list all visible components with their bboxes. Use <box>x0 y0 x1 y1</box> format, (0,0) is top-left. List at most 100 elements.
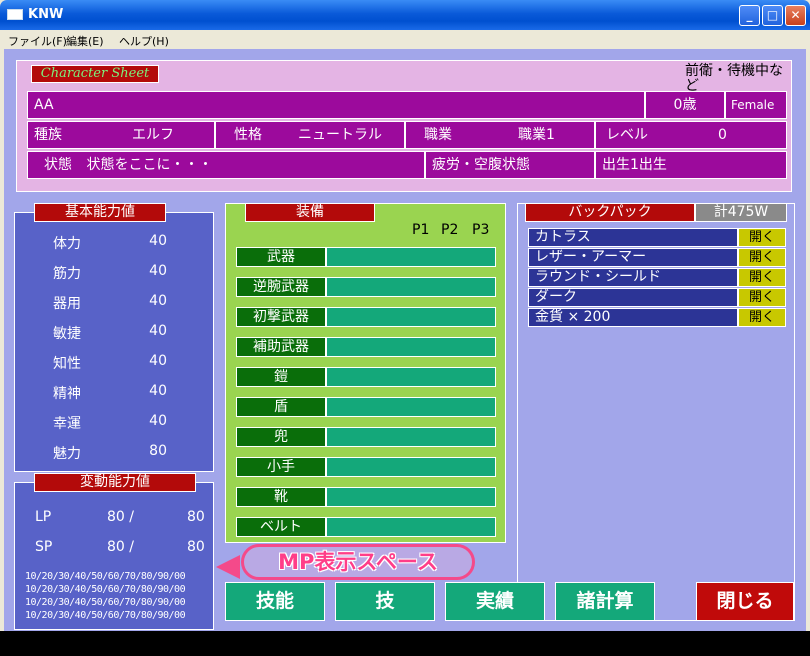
stat-value: 40 <box>149 293 167 309</box>
equip-slot-gauntlets[interactable] <box>326 457 496 477</box>
backpack-item[interactable]: カトラス <box>528 228 738 247</box>
p3-header: P3 <box>472 222 490 238</box>
open-button[interactable]: 開く <box>738 308 786 327</box>
character-gender[interactable]: Female <box>725 91 787 119</box>
window-title: KNW <box>28 7 64 22</box>
alignment-label: 性格 <box>234 127 262 143</box>
stat-value: 40 <box>149 263 167 279</box>
mp-line: 10/20/30/40/50/60/70/80/90/00 <box>25 584 186 595</box>
equip-label-auxiliary: 補助武器 <box>236 337 326 357</box>
level-label: レベル <box>606 127 648 143</box>
window-icon <box>7 9 23 20</box>
equip-label-offhand: 逆腕武器 <box>236 277 326 297</box>
stat-label: 体力 <box>53 236 81 252</box>
mp-line: 10/20/30/40/50/60/70/80/90/00 <box>25 610 186 621</box>
status-label: 状態 <box>44 157 72 173</box>
menu-edit[interactable]: 編集(E) <box>66 33 104 49</box>
status-cell[interactable]: 状態 状態をここに・・・ <box>27 151 425 179</box>
job-cell[interactable]: 職業 職業1 <box>405 121 595 149</box>
character-sheet-panel: Character Sheet 前衛・待機中など AA 0歳 Female 種族… <box>16 60 792 192</box>
stat-label: 器用 <box>53 296 81 312</box>
sp-max: 80 <box>187 539 205 555</box>
equip-label-shield: 盾 <box>236 397 326 417</box>
lp-label: LP <box>35 509 52 525</box>
equip-slot-offhand[interactable] <box>326 277 496 297</box>
lp-current: 80 / <box>107 509 134 525</box>
calculations-button[interactable]: 諸計算 <box>555 582 655 621</box>
character-sheet-header: Character Sheet <box>31 65 159 83</box>
character-age[interactable]: 0歳 <box>645 91 725 119</box>
equip-slot-boots[interactable] <box>326 487 496 507</box>
skills-button[interactable]: 技能 <box>225 582 325 621</box>
stat-value: 40 <box>149 233 167 249</box>
level-cell[interactable]: レベル 0 <box>595 121 787 149</box>
menu-bar: ファイル(F) 編集(E) ヘルプ(H) <box>0 30 810 49</box>
backpack-item[interactable]: 金貨 × 200 <box>528 308 738 327</box>
mp-line: 10/20/30/40/50/60/70/80/90/00 <box>25 571 186 582</box>
stat-value: 40 <box>149 413 167 429</box>
menu-help[interactable]: ヘルプ(H) <box>119 33 169 49</box>
open-button[interactable]: 開く <box>738 248 786 267</box>
equip-slot-first-strike[interactable] <box>326 307 496 327</box>
backpack-item[interactable]: ダーク <box>528 288 738 307</box>
stat-value: 40 <box>149 353 167 369</box>
sp-label: SP <box>35 539 53 555</box>
equip-slot-belt[interactable] <box>326 517 496 537</box>
backpack-weight: 計475W <box>695 203 787 222</box>
character-name[interactable]: AA <box>27 91 645 119</box>
race-cell[interactable]: 種族 エルフ <box>27 121 215 149</box>
mp-line: 10/20/30/40/50/60/70/80/90/00 <box>25 597 186 608</box>
p2-header: P2 <box>441 222 459 238</box>
backpack-item[interactable]: レザー・アーマー <box>528 248 738 267</box>
equip-label-first-strike: 初撃武器 <box>236 307 326 327</box>
equip-slot-auxiliary[interactable] <box>326 337 496 357</box>
equip-label-boots: 靴 <box>236 487 326 507</box>
status-value: 状態をここに・・・ <box>86 157 213 173</box>
callout-arrow-icon <box>216 555 240 579</box>
equip-label-helm: 兜 <box>236 427 326 447</box>
equip-slot-armor[interactable] <box>326 367 496 387</box>
equipment-panel: P1 P2 P3 武器 逆腕武器 初撃武器 補助武器 鎧 盾 兜 小手 靴 ベル… <box>225 203 506 543</box>
job-value: 職業1 <box>518 127 555 143</box>
equip-label-weapon: 武器 <box>236 247 326 267</box>
base-stats-panel: 体力 40 筋力 40 器用 40 敏捷 40 知性 40 精神 40 幸運 4… <box>14 212 214 472</box>
status-bar <box>0 631 810 656</box>
techniques-button[interactable]: 技 <box>335 582 435 621</box>
achievements-button[interactable]: 実績 <box>445 582 545 621</box>
equip-slot-helm[interactable] <box>326 427 496 447</box>
backpack-header: バックパック <box>525 203 695 222</box>
equip-slot-weapon[interactable] <box>326 247 496 267</box>
stat-value: 80 <box>149 443 167 459</box>
equip-label-gauntlets: 小手 <box>236 457 326 477</box>
title-bar: KNW _ □ ✕ <box>0 0 810 30</box>
stat-label: 知性 <box>53 356 81 372</box>
birth-cell[interactable]: 出生1出生 <box>595 151 787 179</box>
close-button[interactable]: 閉じる <box>696 582 794 621</box>
open-button[interactable]: 開く <box>738 228 786 247</box>
base-stats-header: 基本能力値 <box>34 203 166 222</box>
menu-file[interactable]: ファイル(F) <box>8 33 67 49</box>
p1-header: P1 <box>412 222 430 238</box>
stat-value: 40 <box>149 323 167 339</box>
alignment-cell[interactable]: 性格 ニュートラル <box>215 121 405 149</box>
close-window-button[interactable]: ✕ <box>785 5 806 26</box>
mp-space-callout: MP表示スペース <box>241 544 475 580</box>
backpack-panel: カトラス 開く レザー・アーマー 開く ラウンド・シールド 開く ダーク 開く … <box>517 203 795 621</box>
minimize-button[interactable]: _ <box>739 5 760 26</box>
fatigue-cell[interactable]: 疲労・空腹状態 <box>425 151 595 179</box>
stat-value: 40 <box>149 383 167 399</box>
maximize-button[interactable]: □ <box>762 5 783 26</box>
equip-label-belt: ベルト <box>236 517 326 537</box>
position-note: 前衛・待機中など <box>685 63 783 94</box>
stat-label: 敏捷 <box>53 326 81 342</box>
alignment-value: ニュートラル <box>298 127 382 143</box>
job-label: 職業 <box>424 127 452 143</box>
equip-label-armor: 鎧 <box>236 367 326 387</box>
open-button[interactable]: 開く <box>738 288 786 307</box>
backpack-item[interactable]: ラウンド・シールド <box>528 268 738 287</box>
stat-label: 幸運 <box>53 416 81 432</box>
sp-current: 80 / <box>107 539 134 555</box>
var-stats-header: 変動能力値 <box>34 473 196 492</box>
open-button[interactable]: 開く <box>738 268 786 287</box>
equip-slot-shield[interactable] <box>326 397 496 417</box>
